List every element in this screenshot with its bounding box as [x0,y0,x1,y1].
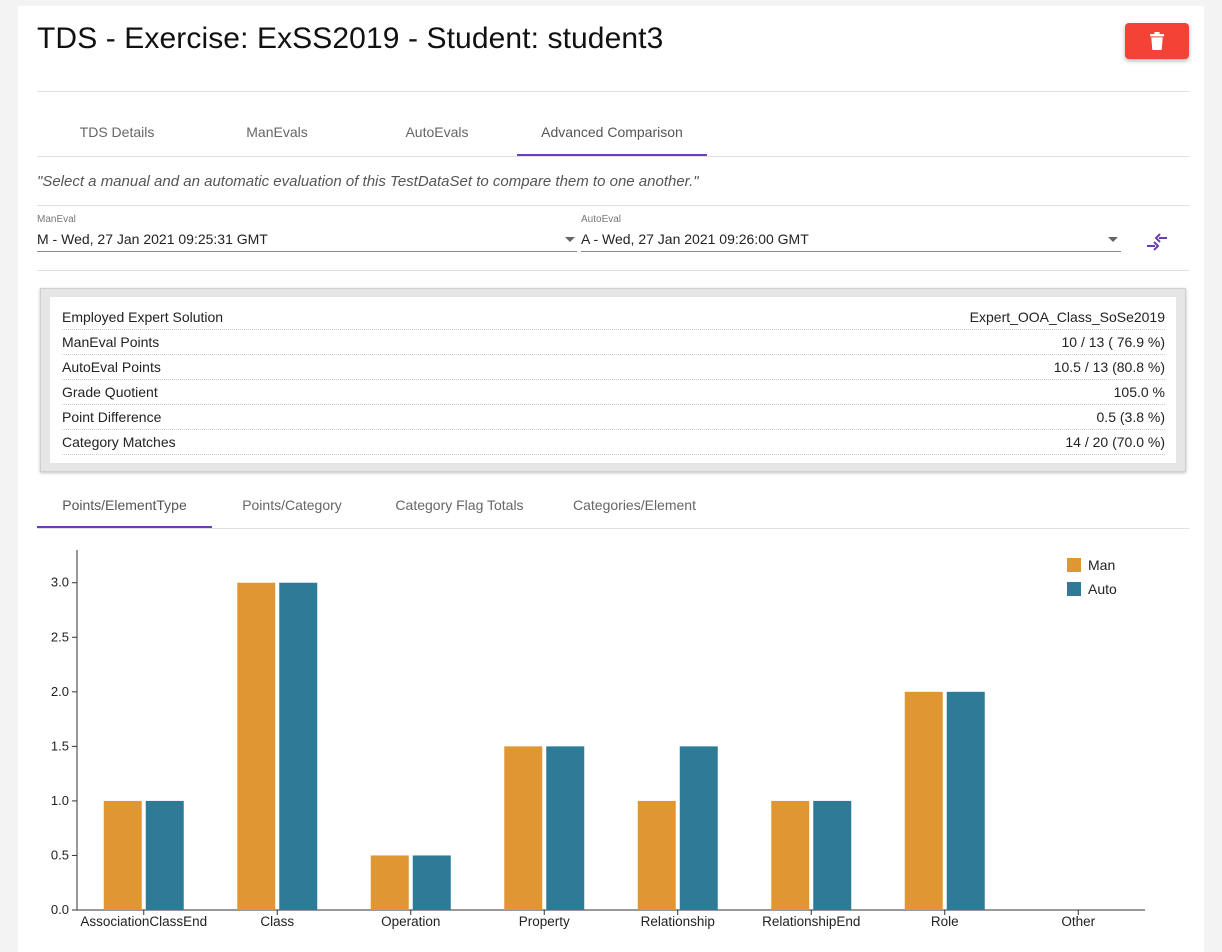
bar-auto-relationshipend [813,800,852,910]
legend-label-man: Man [1088,557,1115,573]
stat-label: AutoEval Points [62,359,161,375]
y-tick-label: 0.0 [51,902,69,917]
x-tick-label: RelationshipEnd [762,914,860,929]
y-tick-label: 3.0 [51,575,69,590]
bar-man-class [237,582,276,910]
legend-swatch-auto [1067,582,1081,596]
x-tick-label: Operation [381,914,440,929]
bar-man-relationshipend [771,800,810,910]
bar-auto-property [546,746,585,910]
x-tick-label: Role [931,914,959,929]
x-tick-label: AssociationClassEnd [80,914,207,929]
stat-row-grade-quotient: Grade Quotient 105.0 % [62,380,1165,405]
compare-arrows-icon[interactable] [1146,233,1168,251]
tab-category-flag-totals[interactable]: Category Flag Totals [372,497,547,513]
tab-advanced-comparison[interactable]: Advanced Comparison [517,124,707,140]
bar-man-role [904,691,943,910]
maneval-select-value[interactable]: M - Wed, 27 Jan 2021 09:25:31 GMT [37,231,268,247]
tab-points-elementtype[interactable]: Points/ElementType [37,497,212,513]
maneval-select-label: ManEval [37,214,76,225]
stat-value: 105.0 % [1113,384,1165,400]
legend-label-auto: Auto [1088,581,1117,597]
bar-auto-operation [412,855,451,910]
autoeval-select-underline [581,251,1121,252]
chevron-down-icon[interactable] [1108,237,1118,242]
y-tick-label: 1.5 [51,738,69,753]
bar-auto-relationship [679,746,718,910]
plot-area: 0.0 0.5 1.0 1.5 2.0 2.5 3.0 AssociationClassEnd… [51,550,1145,929]
stat-label: Point Difference [62,409,162,425]
trash-icon [1150,32,1164,50]
stat-row-autoeval-points: AutoEval Points 10.5 / 13 (80.8 %) [62,355,1165,380]
x-tick-label: Class [260,914,294,929]
tab-tds-details[interactable]: TDS Details [37,124,197,140]
tab-manevals[interactable]: ManEvals [197,124,357,140]
y-tick-label: 1.0 [51,793,69,808]
y-tick-label: 0.5 [51,847,69,862]
maneval-select-underline [37,251,577,252]
bar-man-operation [370,855,409,910]
stat-label: Category Matches [62,434,176,450]
stat-value: 14 / 20 (70.0 %) [1065,434,1165,450]
bar-man-relationship [637,800,676,910]
comparison-stats-panel: Employed Expert Solution Expert_OOA_Clas… [40,288,1186,472]
selectors-divider [37,270,1189,271]
stat-label: Grade Quotient [62,384,158,400]
delete-button[interactable] [1125,23,1189,59]
chevron-down-icon[interactable] [565,237,575,242]
tabs-divider [37,156,1189,157]
points-per-elementtype-chart: 0.0 0.5 1.0 1.5 2.0 2.5 3.0 AssociationClassEnd… [51,550,1145,929]
bar-auto-associationclassend [145,800,184,910]
stat-row-category-matches: Category Matches 14 / 20 (70.0 %) [62,430,1165,455]
autoeval-select-label: AutoEval [581,214,622,225]
stat-value: Expert_OOA_Class_SoSe2019 [969,309,1165,325]
instruction-text: "Select a manual and an automatic evalua… [37,173,699,190]
tab-points-category[interactable]: Points/Category [212,497,372,513]
x-tick-label: Property [519,914,570,929]
bar-man-property [504,746,543,910]
legend-swatch-man [1067,558,1081,572]
stat-value: 10 / 13 ( 76.9 %) [1061,334,1165,350]
tab-autoevals[interactable]: AutoEvals [357,124,517,140]
tab-categories-element[interactable]: Categories/Element [547,497,722,513]
stat-label: ManEval Points [62,334,160,350]
chart-tabs-divider [37,528,1189,529]
stat-label: Employed Expert Solution [62,309,224,325]
instruction-divider [37,205,1189,206]
title-divider [37,91,1189,92]
comparison-stats-table: Employed Expert Solution Expert_OOA_Clas… [50,297,1176,463]
stat-row-expert-solution: Employed Expert Solution Expert_OOA_Clas… [62,305,1165,330]
x-tick-label: Other [1061,914,1095,929]
y-tick-label: 2.0 [51,684,69,699]
page-title: TDS - Exercise: ExSS2019 - Student: stud… [37,22,664,55]
stat-value: 0.5 (3.8 %) [1096,409,1165,425]
bar-auto-role [946,691,985,910]
y-tick-label: 2.5 [51,629,69,644]
stat-row-point-difference: Point Difference 0.5 (3.8 %) [62,405,1165,430]
bar-auto-class [279,582,318,910]
stat-row-maneval-points: ManEval Points 10 / 13 ( 76.9 %) [62,330,1165,355]
stat-value: 10.5 / 13 (80.8 %) [1053,359,1165,375]
autoeval-select-value[interactable]: A - Wed, 27 Jan 2021 09:26:00 GMT [581,231,809,247]
x-tick-label: Relationship [641,914,715,929]
bar-man-associationclassend [103,800,142,910]
